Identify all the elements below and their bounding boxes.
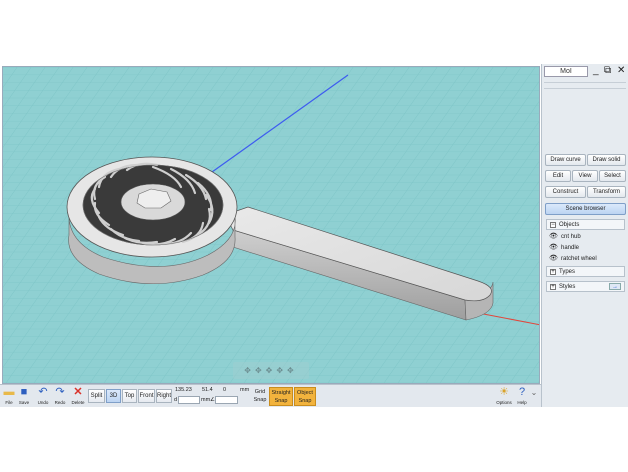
delete-x-icon: ✕ bbox=[73, 386, 83, 398]
tree-item-cnt-hub[interactable]: 👁 cnt hub bbox=[546, 232, 625, 242]
floppy-icon: ■ bbox=[20, 386, 28, 398]
scene-browser-button[interactable]: Scene browser bbox=[545, 203, 626, 215]
expand-icon[interactable]: + bbox=[550, 269, 556, 275]
undo-button[interactable]: ↶ Undo bbox=[34, 386, 52, 407]
distance-unit: mm bbox=[201, 397, 211, 403]
undo-label: Undo bbox=[37, 400, 49, 405]
expand-toolbar-button[interactable]: ⌄ bbox=[528, 386, 540, 407]
tree-item-ratchet-wheel[interactable]: 👁 ratchet wheel bbox=[546, 254, 625, 264]
tree-item-handle[interactable]: 👁 handle bbox=[546, 243, 625, 253]
tree-item-label: cnt hub bbox=[561, 234, 581, 240]
edit-button[interactable]: Edit bbox=[545, 170, 571, 182]
transform-button[interactable]: Transform bbox=[587, 186, 626, 198]
select-button[interactable]: Select bbox=[599, 170, 626, 182]
minimize-icon[interactable]: _ bbox=[593, 66, 599, 76]
object-snap-line2: Snap bbox=[298, 398, 312, 404]
eye-icon[interactable]: 👁 bbox=[549, 254, 558, 264]
redo-icon: ↷ bbox=[55, 386, 65, 398]
view-right-button[interactable]: Right bbox=[156, 389, 172, 403]
restore-icon[interactable]: ⧉ bbox=[604, 66, 611, 76]
save-label: Save bbox=[18, 400, 30, 405]
straight-snap-line1: Straight bbox=[271, 390, 291, 396]
types-header-label: Types bbox=[559, 269, 576, 275]
construct-button[interactable]: Construct bbox=[545, 186, 586, 198]
distance-input[interactable] bbox=[178, 396, 200, 404]
view-button[interactable]: View bbox=[572, 170, 598, 182]
object-snap-toggle[interactable]: Object Snap bbox=[294, 387, 316, 406]
straight-snap-line2: Snap bbox=[274, 398, 288, 404]
close-icon[interactable]: ✕ bbox=[617, 66, 625, 76]
tree-item-label: ratchet wheel bbox=[561, 256, 597, 262]
viewport-3d[interactable] bbox=[2, 66, 540, 384]
eye-icon[interactable]: 👁 bbox=[549, 243, 558, 253]
expand-icon[interactable]: + bbox=[550, 284, 556, 290]
view-3d-button[interactable]: 3D bbox=[106, 389, 121, 403]
styles-header[interactable]: + Styles → bbox=[546, 281, 625, 292]
coord-x: 135.23 bbox=[175, 387, 192, 393]
panel-divider bbox=[544, 88, 626, 89]
options-button[interactable]: ☀ Options bbox=[494, 386, 514, 407]
moi-app-window: ✥✥✥✥✥ MoI _ ⧉ ✕ Draw curve Draw solid Ed… bbox=[0, 0, 628, 472]
redo-label: Redo bbox=[54, 400, 66, 405]
options-label: Options bbox=[496, 400, 512, 405]
draw-curve-button[interactable]: Draw curve bbox=[545, 154, 586, 166]
view-navigation-controls[interactable]: ✥✥✥✥✥ bbox=[233, 362, 309, 379]
object-snap-line1: Object bbox=[297, 390, 313, 396]
redo-button[interactable]: ↷ Redo bbox=[51, 386, 69, 407]
viewport-scene bbox=[3, 67, 539, 383]
objects-header-label: Objects bbox=[559, 222, 580, 228]
delete-button[interactable]: ✕ Delete bbox=[69, 386, 87, 407]
undo-icon: ↶ bbox=[38, 386, 48, 398]
grid-snap-line2: Snap bbox=[253, 397, 267, 403]
types-header[interactable]: + Types bbox=[546, 266, 625, 277]
view-top-button[interactable]: Top bbox=[122, 389, 137, 403]
styles-header-label: Styles bbox=[559, 284, 576, 290]
chevron-down-icon: ⌄ bbox=[530, 388, 538, 397]
grid-snap-toggle[interactable]: Grid Snap bbox=[251, 387, 269, 406]
coord-z: 0 bbox=[223, 387, 227, 393]
distance-label: d bbox=[174, 397, 178, 403]
bottom-toolbar: ▬ File ■ Save ↶ Undo ↷ Redo ✕ Delete Spl… bbox=[0, 384, 541, 407]
eye-icon[interactable]: 👁 bbox=[549, 232, 558, 242]
right-panel: MoI _ ⧉ ✕ Draw curve Draw solid Edit Vie… bbox=[541, 64, 628, 407]
save-button[interactable]: ■ Save bbox=[15, 386, 33, 407]
angle-input[interactable] bbox=[215, 396, 238, 404]
options-icon: ☀ bbox=[499, 386, 509, 398]
moi-logo: MoI bbox=[544, 66, 588, 77]
delete-label: Delete bbox=[71, 400, 85, 405]
objects-header[interactable]: − Objects bbox=[546, 219, 625, 230]
coord-unit: mm bbox=[240, 387, 250, 393]
coord-y: 51.4 bbox=[202, 387, 213, 393]
view-split-button[interactable]: Split bbox=[88, 389, 105, 403]
tree-item-label: handle bbox=[561, 245, 580, 251]
draw-solid-button[interactable]: Draw solid bbox=[587, 154, 626, 166]
grid-snap-line1: Grid bbox=[254, 389, 266, 395]
straight-snap-toggle[interactable]: Straight Snap bbox=[269, 387, 293, 406]
collapse-icon[interactable]: − bbox=[550, 222, 556, 228]
panel-divider bbox=[544, 82, 626, 83]
view-front-button[interactable]: Front bbox=[138, 389, 155, 403]
styles-arrow-icon[interactable]: → bbox=[609, 283, 621, 290]
